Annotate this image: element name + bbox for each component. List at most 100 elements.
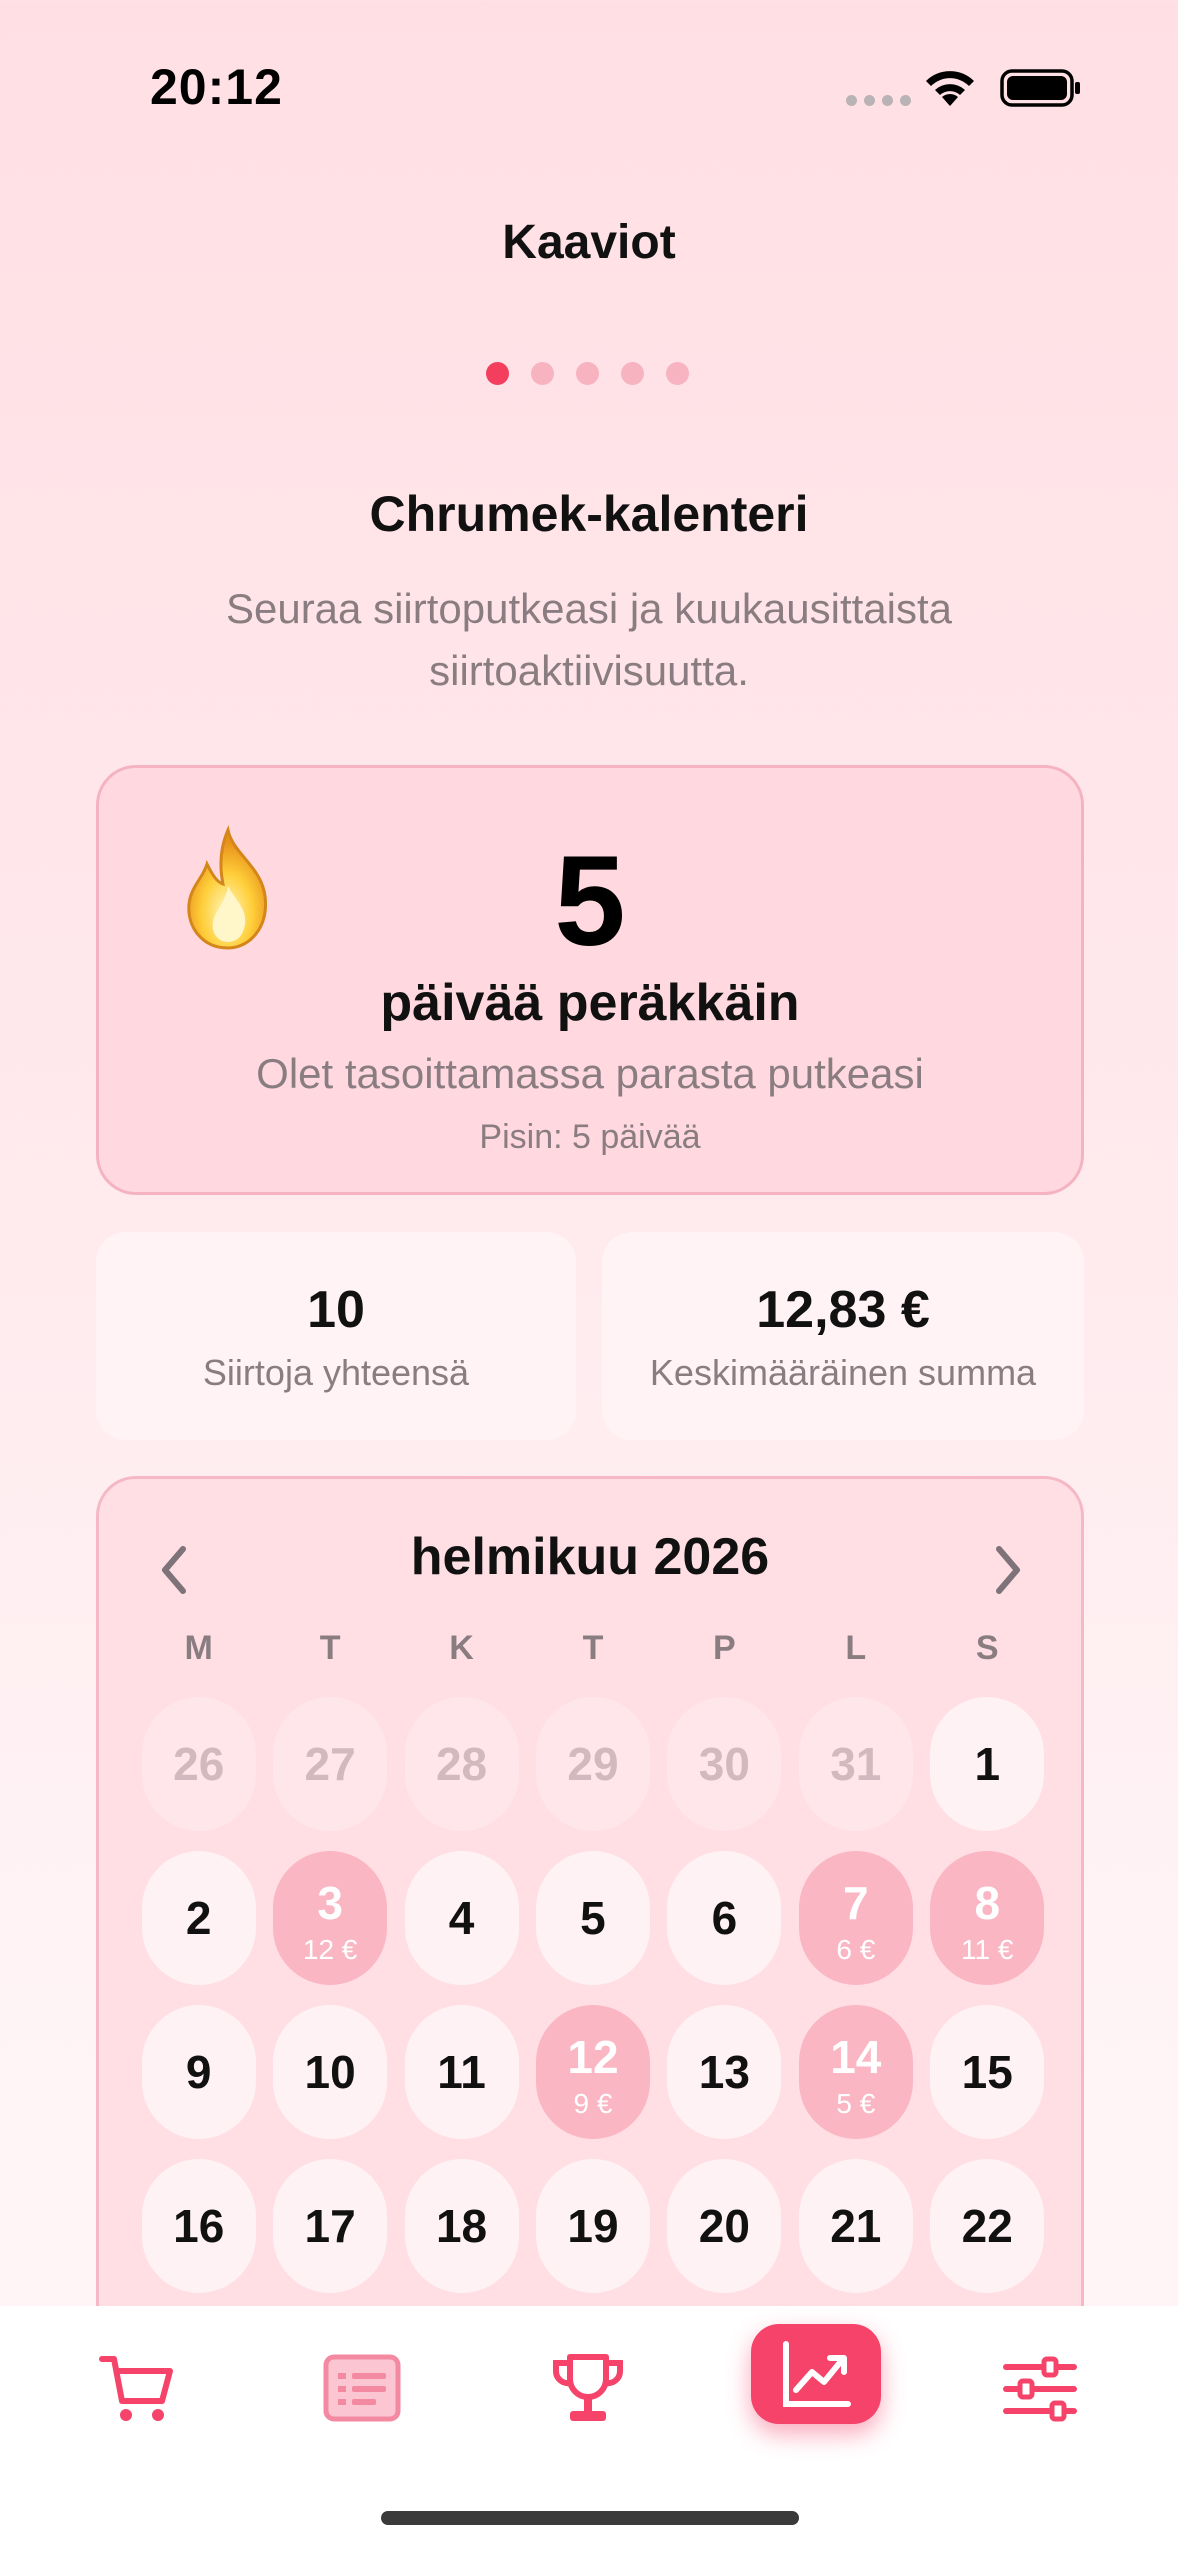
calendar-day-active[interactable]: 12 9 € bbox=[535, 2005, 650, 2139]
calendar-week-row: 26 27 28 29 30 31 1 bbox=[133, 1697, 1053, 1851]
trophy-icon bbox=[552, 2354, 624, 2421]
calendar-cell: 12 9 € bbox=[527, 2005, 658, 2159]
stat-card-total: 10 Siirtoja yhteensä bbox=[96, 1232, 576, 1440]
list-icon bbox=[323, 2354, 401, 2422]
calendar-day-amount: 6 € bbox=[836, 1934, 876, 1965]
tab-charts[interactable] bbox=[751, 2324, 881, 2424]
calendar-day-number: 30 bbox=[698, 1738, 750, 1790]
stat-total-label: Siirtoja yhteensä bbox=[202, 1352, 470, 1393]
stat-card-average: 12,83 € Keskimääräinen summa bbox=[602, 1232, 1084, 1440]
calendar-cell: 9 bbox=[133, 2005, 264, 2159]
streak-card: 5 päivää peräkkäin Olet tasoittamassa pa… bbox=[96, 765, 1084, 1195]
calendar-cell: 15 bbox=[922, 2005, 1053, 2159]
calendar-day-outside[interactable]: 26 bbox=[141, 1697, 256, 1831]
calendar-cell: 18 bbox=[396, 2159, 527, 2313]
calendar-day[interactable]: 2 bbox=[141, 1851, 256, 1985]
tab-cart[interactable] bbox=[78, 2334, 198, 2444]
tab-trophy[interactable] bbox=[528, 2334, 648, 2444]
calendar-day[interactable]: 15 bbox=[930, 2005, 1045, 2139]
calendar-day-outside[interactable]: 30 bbox=[667, 1697, 782, 1831]
calendar-day-outside[interactable]: 27 bbox=[273, 1697, 388, 1831]
calendar-day[interactable]: 5 bbox=[535, 1851, 650, 1985]
calendar-day-number: 21 bbox=[830, 2200, 882, 2252]
calendar-cell: 22 bbox=[922, 2159, 1053, 2313]
calendar-day[interactable]: 10 bbox=[273, 2005, 388, 2139]
streak-value: 5 bbox=[554, 830, 626, 973]
calendar-day-outside[interactable]: 28 bbox=[404, 1697, 519, 1831]
page-dot[interactable] bbox=[531, 362, 554, 385]
calendar-day-active[interactable]: 8 11 € bbox=[930, 1851, 1045, 1985]
calendar-cell: 5 bbox=[527, 1851, 658, 2005]
page-dot[interactable] bbox=[621, 362, 644, 385]
calendar-day[interactable]: 6 bbox=[667, 1851, 782, 1985]
calendar-cell: 21 bbox=[790, 2159, 921, 2313]
calendar-day-number: 4 bbox=[448, 1892, 475, 1944]
tab-settings[interactable] bbox=[980, 2334, 1100, 2444]
calendar-cell: 30 bbox=[659, 1697, 790, 1851]
calendar-cell: 76 € bbox=[790, 1851, 921, 2005]
calendar-cell: 8 11 € bbox=[922, 1851, 1053, 2005]
calendar-day-number: 31 bbox=[830, 1738, 882, 1790]
weekday-label: M bbox=[184, 1629, 213, 1667]
calendar-day[interactable]: 17 bbox=[273, 2159, 388, 2293]
section-subtitle: Seuraa siirtoputkeasi ja kuukausittaista… bbox=[225, 585, 953, 694]
stat-average-label: Keskimääräinen summa bbox=[649, 1352, 1037, 1393]
cart-icon bbox=[99, 2356, 173, 2421]
weekday-label: K bbox=[449, 1629, 474, 1667]
calendar-day-number: 7 bbox=[843, 1877, 869, 1929]
calendar-cell: 16 bbox=[133, 2159, 264, 2313]
stat-total-value: 10 bbox=[307, 1281, 365, 1339]
calendar-day-number: 8 bbox=[974, 1877, 1001, 1929]
stat-average-value: 12,83 € bbox=[756, 1281, 930, 1339]
page-dot[interactable] bbox=[576, 362, 599, 385]
calendar-day[interactable]: 21 bbox=[798, 2159, 913, 2293]
battery-icon bbox=[1000, 69, 1080, 107]
weekday-label: L bbox=[845, 1629, 867, 1667]
calendar-day-outside[interactable]: 29 bbox=[535, 1697, 650, 1831]
calendar-cell: 1 bbox=[922, 1697, 1053, 1851]
calendar-day[interactable]: 19 bbox=[535, 2159, 650, 2293]
calendar-cell: 2 bbox=[133, 1851, 264, 2005]
calendar-day-amount: 9 € bbox=[573, 2088, 613, 2119]
calendar-day-number: 20 bbox=[698, 2200, 750, 2252]
calendar-day[interactable]: 20 bbox=[667, 2159, 782, 2293]
streak-message: Olet tasoittamassa parasta putkeasi bbox=[256, 1050, 924, 1097]
calendar-day[interactable]: 13 bbox=[667, 2005, 782, 2139]
calendar-day-active[interactable]: 3 12 € bbox=[273, 1851, 388, 1985]
calendar-day-number: 27 bbox=[304, 1738, 356, 1790]
page-indicator[interactable] bbox=[486, 362, 689, 385]
calendar-cell: 4 bbox=[396, 1851, 527, 2005]
calendar-day[interactable]: 16 bbox=[141, 2159, 256, 2293]
page-title: Kaaviot bbox=[502, 216, 676, 269]
calendar-day[interactable]: 9 bbox=[141, 2005, 256, 2139]
calendar-week-row: 9 10 11 12 9 €13 14 5 €15 bbox=[133, 2005, 1053, 2159]
calendar-cell: 26 bbox=[133, 1697, 264, 1851]
tab-list[interactable] bbox=[302, 2334, 422, 2444]
weekday-label: S bbox=[975, 1629, 999, 1667]
chart-icon bbox=[783, 2341, 851, 2407]
calendar-day[interactable]: 11 bbox=[404, 2005, 519, 2139]
page-dot[interactable] bbox=[486, 362, 509, 385]
calendar-day[interactable]: 18 bbox=[404, 2159, 519, 2293]
status-time: 20:12 bbox=[150, 59, 283, 115]
calendar-day-number: 5 bbox=[580, 1892, 606, 1944]
calendar-cell: 3 12 € bbox=[264, 1851, 395, 2005]
calendar-day[interactable]: 22 bbox=[930, 2159, 1045, 2293]
calendar-week-row: 2 3 12 €4 5 6 7 6 €8 11 € bbox=[133, 1851, 1053, 2005]
calendar-day-active[interactable]: 76 € bbox=[798, 1851, 913, 1985]
chevron-right-icon[interactable] bbox=[977, 1535, 1037, 1605]
calendar-cell: 14 5 € bbox=[790, 2005, 921, 2159]
calendar-day[interactable]: 1 bbox=[930, 1697, 1045, 1831]
calendar-day-outside[interactable]: 31 bbox=[798, 1697, 913, 1831]
calendar-grid: 26 27 28 29 30 31 1 2 3 12 €4 5 6 7 6 €8 11 €9 10 11 12 9 … bbox=[133, 1697, 1053, 2313]
calendar-day-number: 16 bbox=[173, 2200, 225, 2252]
calendar-cell: 31 bbox=[790, 1697, 921, 1851]
calendar-cell: 27 bbox=[264, 1697, 395, 1851]
weekday-label: T bbox=[582, 1629, 604, 1667]
calendar-day[interactable]: 4 bbox=[404, 1851, 519, 1985]
page-dot[interactable] bbox=[666, 362, 689, 385]
calendar-day-amount: 11 € bbox=[961, 1934, 1014, 1965]
calendar-day-number: 6 bbox=[711, 1892, 738, 1944]
calendar-day-number: 1 bbox=[974, 1738, 1001, 1790]
calendar-day-active[interactable]: 14 5 € bbox=[798, 2005, 913, 2139]
